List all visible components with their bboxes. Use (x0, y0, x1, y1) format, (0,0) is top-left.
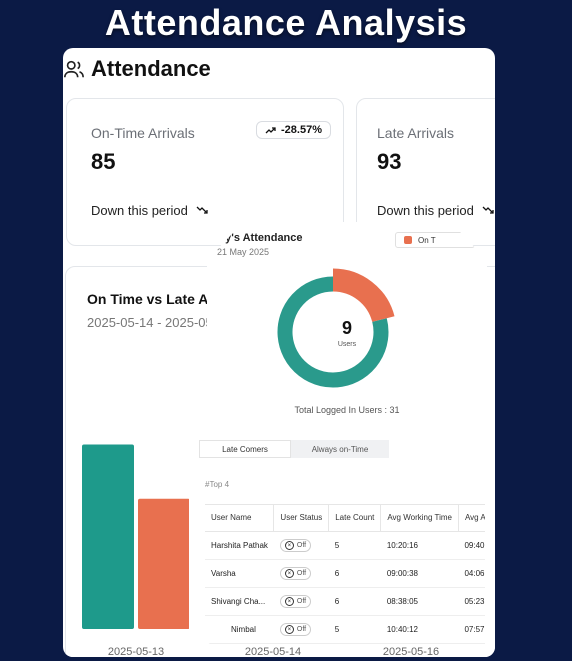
donut-center: 9 Users (207, 318, 487, 348)
col-user-name[interactable]: User Name (205, 505, 275, 532)
status-pill: × Off (279, 622, 312, 636)
user-name-cell: Varsha (205, 559, 274, 588)
col-avg-active-time[interactable]: Avg Active Tim (458, 505, 485, 532)
bar-2025-05-13-series-0[interactable] (82, 444, 134, 629)
col-late-count[interactable]: Late Count (328, 505, 382, 532)
stat-footer-label: Down this period (91, 203, 188, 218)
col-avg-working-time[interactable]: Avg Working Time (380, 505, 459, 532)
late-count-cell: 6 (328, 559, 381, 588)
tab-late-comers[interactable]: Late Comers (199, 440, 291, 458)
late-count-cell: 6 (328, 587, 381, 616)
close-circle-icon: × (284, 568, 294, 578)
top-count-label: #Top 4 (205, 480, 230, 489)
user-name-cell: Nimbal (205, 615, 274, 644)
avg-active-time-cell: 07:57:59 (458, 615, 485, 644)
stat-label: On-Time Arrivals (91, 125, 195, 141)
close-circle-icon: × (284, 596, 294, 606)
stat-footer-label: Down this period (377, 203, 474, 218)
stat-footer: Down this period (91, 203, 208, 218)
close-circle-icon: × (284, 624, 294, 634)
late-count-cell: 5 (328, 615, 381, 644)
status-text: Off (296, 597, 307, 605)
status-pill: × Off (279, 566, 312, 580)
stat-value: 93 (377, 149, 402, 174)
user-status-cell: × Off (273, 615, 329, 644)
status-text: Off (296, 625, 307, 633)
page-title: Attendance (91, 56, 211, 81)
trend-up-icon (265, 127, 276, 134)
tab-always-on-time[interactable]: Always on-Time (291, 440, 389, 458)
trend-down-icon (196, 206, 208, 214)
users-icon (64, 60, 84, 78)
late-comers-table: User Name User Status Late Count Avg Wor… (205, 505, 485, 644)
avg-active-time-cell: 09:40:01 (458, 531, 485, 560)
status-text: Off (296, 541, 307, 549)
status-pill: × Off (279, 594, 312, 608)
trend-down-icon (482, 206, 494, 214)
late-count-cell: 5 (328, 531, 381, 560)
status-text: Off (296, 569, 307, 577)
avg-working-time-cell: 09:00:38 (380, 559, 459, 588)
bar-2025-05-13-series-1[interactable] (138, 498, 190, 629)
user-status-cell: × Off (273, 587, 329, 616)
avg-active-time-cell: 05:23:44 (458, 587, 485, 616)
user-status-cell: × Off (273, 531, 329, 560)
avg-working-time-cell: 08:38:05 (380, 587, 459, 616)
banner-title: Attendance Analysis (104, 2, 468, 43)
late-comers-card: Late Comers Always on-Time #Top 4 User N… (189, 432, 485, 646)
x-tick-label: 2025-05-14 (245, 646, 301, 657)
x-tick-label: 2025-05-16 (383, 646, 439, 657)
donut-center-value: 9 (341, 318, 352, 338)
stat-value: 85 (91, 149, 116, 174)
user-name-cell: Harshita Pathak (205, 531, 274, 560)
close-circle-icon: × (284, 540, 294, 550)
todays-attendance-card: ay's Attendance 21 May 2025 On T 9 Users… (207, 222, 487, 422)
late-comers-table-wrap: User Name User Status Late Count Avg Wor… (205, 504, 485, 644)
table-row[interactable]: Varsha ×Off 609:00:3804:06:55 (205, 559, 485, 588)
table-row[interactable]: Shivangi Cha... ×Off 608:38:0505:23:44 (205, 587, 485, 616)
avg-active-time-cell: 04:06:55 (458, 559, 485, 588)
donut-center-label: Users (337, 341, 357, 348)
table-row[interactable]: Nimbal ×Off 510:40:1207:57:59 (205, 615, 485, 644)
table-row[interactable]: Harshita Pathak ×Off 510:20:1609:40:01 (205, 531, 485, 560)
donut-footer: Total Logged In Users : 31 (294, 405, 400, 415)
donut-segment-0[interactable] (332, 268, 395, 323)
trend-value: -28.57% (281, 124, 322, 136)
trend-badge: -28.57% (256, 121, 331, 139)
user-status-cell: × Off (273, 559, 329, 588)
tab-bar: Late Comers Always on-Time (199, 440, 389, 458)
status-pill: × Off (279, 538, 312, 552)
x-tick-label: 2025-05-13 (108, 646, 164, 657)
stat-footer: Down this period (377, 203, 494, 218)
panel-header: Attendance (63, 54, 211, 84)
avg-working-time-cell: 10:20:16 (380, 531, 459, 560)
stat-label: Late Arrivals (377, 125, 455, 141)
user-name-cell: Shivangi Cha... (205, 587, 274, 616)
avg-working-time-cell: 10:40:12 (380, 615, 459, 644)
col-user-status[interactable]: User Status (273, 505, 330, 532)
